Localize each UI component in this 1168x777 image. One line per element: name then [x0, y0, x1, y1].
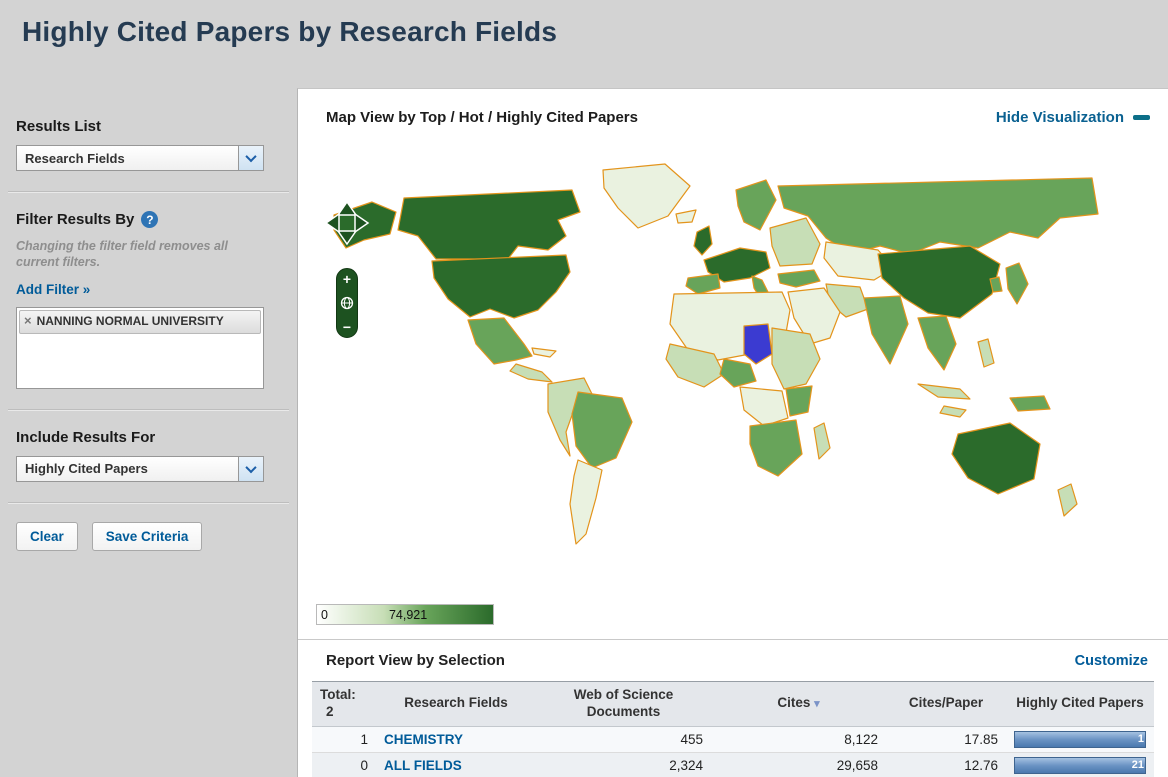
- highly-cited-cell: 1: [1006, 726, 1154, 753]
- hide-visualization-label: Hide Visualization: [995, 109, 1124, 126]
- field-cell: CHEMISTRY: [376, 726, 536, 753]
- results-list-value: Research Fields: [25, 150, 125, 166]
- zoom-in-icon[interactable]: +: [343, 272, 351, 286]
- map-legend: 0 74,921: [316, 604, 494, 625]
- table-row: 1 CHEMISTRY 455 8,122 17.85 1: [312, 726, 1154, 753]
- world-map-svg[interactable]: [320, 160, 1102, 554]
- filter-label-text: Filter Results By: [16, 211, 135, 228]
- pan-right-icon[interactable]: [354, 212, 370, 234]
- cites-per-paper-cell: 12.76: [886, 752, 1006, 777]
- customize-link[interactable]: Customize: [1075, 653, 1148, 669]
- sidebar-buttons: Clear Save Criteria: [16, 521, 297, 551]
- map-section-title: Map View by Top / Hot / Highly Cited Pap…: [326, 109, 638, 126]
- dropdown-button[interactable]: [238, 146, 263, 170]
- divider: [8, 501, 289, 504]
- collapse-icon: [1133, 115, 1150, 120]
- map-pan-control[interactable]: [324, 200, 370, 246]
- filter-tag[interactable]: × NANNING NORMAL UNIVERSITY: [19, 309, 261, 334]
- include-results-value: Highly Cited Papers: [25, 461, 148, 476]
- divider: [8, 191, 289, 193]
- report-section-header: Report View by Selection Customize: [312, 640, 1154, 681]
- selected-country[interactable]: [743, 323, 773, 365]
- results-list-select[interactable]: Research Fields: [16, 145, 264, 171]
- map-countries[interactable]: [333, 163, 1099, 545]
- include-results-select[interactable]: Highly Cited Papers: [16, 455, 264, 482]
- cites-label: Cites: [777, 695, 811, 711]
- documents-cell: 455: [536, 726, 711, 753]
- column-header-cites-per-paper[interactable]: Cites/Paper: [886, 681, 1006, 727]
- column-header-cites[interactable]: Cites ▾: [711, 681, 886, 727]
- map-zoom-control[interactable]: + −: [336, 268, 358, 338]
- highly-cited-bar: 21: [1014, 756, 1146, 774]
- cites-per-paper-cell: 17.85: [886, 726, 1006, 753]
- column-header-documents[interactable]: Web of Science Documents: [536, 681, 711, 727]
- field-cell: ALL FIELDS: [376, 752, 536, 777]
- filter-results-by-label: Filter Results By ?: [16, 211, 297, 228]
- dropdown-button[interactable]: [238, 456, 263, 481]
- zoom-out-icon[interactable]: −: [343, 320, 351, 334]
- report-table: Total: 2 Research Fields Web of Science …: [312, 681, 1154, 777]
- sort-descending-icon: ▾: [814, 698, 820, 711]
- pan-down-icon[interactable]: [336, 230, 358, 246]
- help-icon[interactable]: ?: [141, 211, 159, 228]
- highly-cited-cell: 21: [1006, 752, 1154, 777]
- add-filter-link[interactable]: Add Filter »: [16, 282, 90, 297]
- column-header-highly-cited[interactable]: Highly Cited Papers: [1006, 681, 1154, 727]
- globe-icon[interactable]: [340, 296, 354, 310]
- pan-up-icon[interactable]: [336, 200, 358, 216]
- map-section-header: Map View by Top / Hot / Highly Cited Pap…: [312, 89, 1154, 126]
- field-link[interactable]: CHEMISTRY: [384, 732, 463, 747]
- save-criteria-button[interactable]: Save Criteria: [91, 521, 203, 551]
- total-header: Total: 2: [312, 681, 376, 727]
- sidebar: Results List Research Fields Filter Resu…: [0, 54, 297, 777]
- hide-visualization-link[interactable]: Hide Visualization: [996, 109, 1150, 126]
- divider: [8, 408, 289, 411]
- total-value: 2: [326, 703, 334, 719]
- page-title: Highly Cited Papers by Research Fields: [22, 16, 558, 47]
- cites-cell: 29,658: [711, 752, 886, 777]
- table-header-row: Total: 2 Research Fields Web of Science …: [312, 681, 1154, 727]
- results-list-label: Results List: [16, 118, 102, 135]
- legend-min-label: 0: [321, 607, 328, 622]
- legend-max-label: 74,921: [388, 607, 428, 622]
- rank-cell: 0: [312, 752, 376, 777]
- main-panel: Map View by Top / Hot / Highly Cited Pap…: [297, 88, 1168, 777]
- documents-cell: 2,324: [536, 752, 711, 777]
- pan-left-icon[interactable]: [324, 212, 340, 234]
- highly-cited-bar: 1: [1014, 730, 1146, 748]
- filter-note: Changing the filter field removes all cu…: [16, 239, 228, 270]
- report-section-title: Report View by Selection: [326, 652, 505, 669]
- cites-cell: 8,122: [711, 726, 886, 753]
- field-link[interactable]: ALL FIELDS: [384, 758, 462, 773]
- include-results-label: Include Results For: [16, 428, 156, 446]
- chevron-down-icon: [245, 150, 257, 163]
- chevron-down-icon: [245, 461, 257, 473]
- table-row: 0 ALL FIELDS 2,324 29,658 12.76 21: [312, 752, 1154, 777]
- rank-cell: 1: [312, 726, 376, 753]
- total-label: Total:: [320, 687, 356, 702]
- map-visualization[interactable]: + −: [312, 160, 1154, 596]
- column-header-research-fields[interactable]: Research Fields: [376, 681, 536, 727]
- remove-filter-icon[interactable]: ×: [24, 313, 32, 329]
- filter-tag-label: NANNING NORMAL UNIVERSITY: [36, 313, 224, 328]
- clear-button[interactable]: Clear: [16, 521, 78, 551]
- active-filters-box: × NANNING NORMAL UNIVERSITY: [16, 306, 264, 389]
- content: Results List Research Fields Filter Resu…: [0, 54, 1168, 777]
